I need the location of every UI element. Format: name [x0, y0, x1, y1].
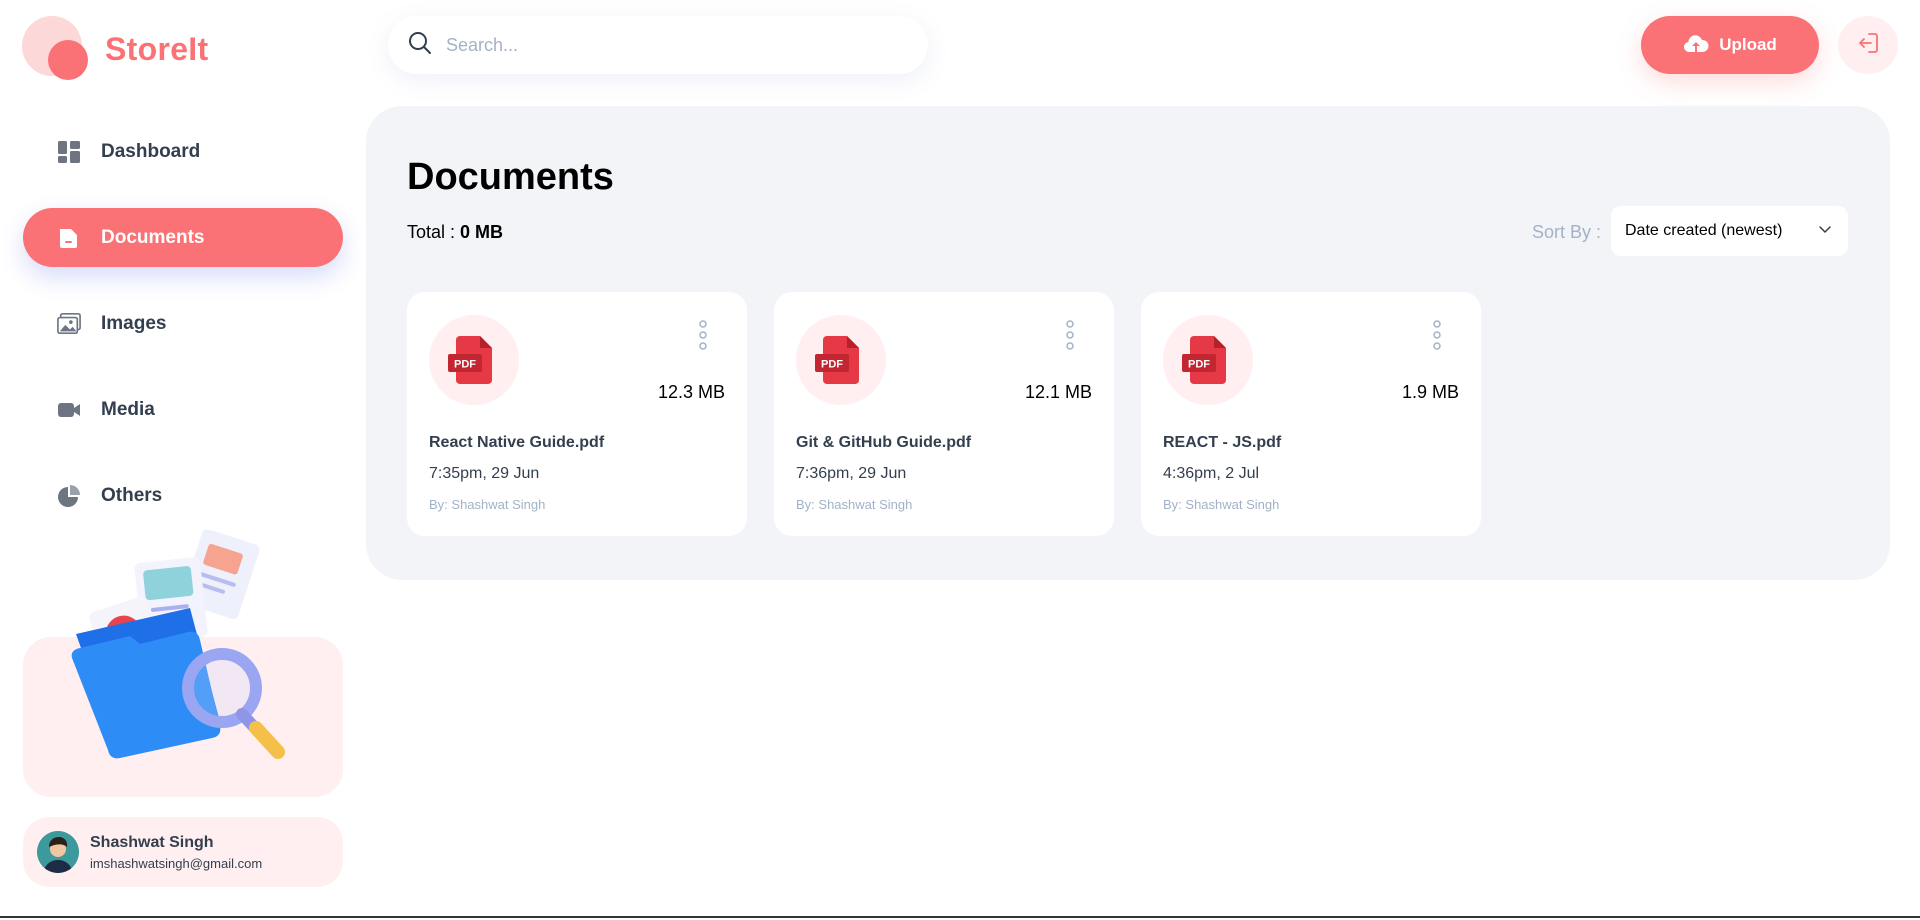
pdf-file-icon: PDF: [448, 336, 492, 384]
sidebar-nav: Dashboard Documents Images Media Others: [23, 122, 343, 552]
file-date: 4:36pm, 2 Jul: [1163, 465, 1260, 482]
files-illustration: [71, 530, 285, 759]
chevron-down-icon: [1818, 222, 1832, 241]
upload-button-label: Upload: [1719, 35, 1777, 54]
media-icon: [57, 398, 81, 422]
others-icon: [57, 484, 81, 508]
more-options-icon[interactable]: [697, 319, 709, 351]
file-name: REACT - JS.pdf: [1163, 434, 1282, 451]
main-content: Documents Total : 0 MB Sort By : Date cr…: [366, 106, 1890, 580]
search-icon: [408, 31, 432, 60]
file-name: Git & GitHub Guide.pdf: [796, 434, 972, 451]
total-size: Total : 0 MB: [407, 222, 503, 243]
user-name: Shashwat Singh: [90, 833, 214, 851]
page-title: Documents: [407, 156, 614, 198]
logout-button[interactable]: [1838, 16, 1898, 74]
file-owner: By: Shashwat Singh: [1163, 497, 1280, 512]
sidebar-item-others[interactable]: Others: [23, 466, 343, 525]
sidebar-item-label: Images: [101, 312, 167, 334]
user-info: Shashwat Singh imshashwatsingh@gmail.com: [90, 834, 262, 871]
search-bar[interactable]: [388, 16, 928, 74]
file-thumbnail: PDF: [1163, 315, 1253, 405]
file-thumbnail: PDF: [429, 315, 519, 405]
file-card[interactable]: PDF 12.3 MB React Native Guide.pdf 7:35p…: [407, 292, 747, 536]
sidebar-item-label: Others: [101, 484, 163, 506]
dashboard-icon: [57, 140, 81, 164]
total-value: 0 MB: [460, 222, 504, 242]
file-name: React Native Guide.pdf: [429, 434, 605, 451]
file-card[interactable]: PDF 12.1 MB Git & GitHub Guide.pdf 7:36p…: [774, 292, 1114, 536]
file-size: 1.9 MB: [1401, 382, 1459, 402]
more-options-icon[interactable]: [1431, 319, 1443, 351]
sidebar-item-label: Documents: [101, 226, 205, 248]
svg-text:PDF: PDF: [821, 359, 843, 371]
file-owner: By: Shashwat Singh: [429, 497, 546, 512]
sidebar-item-label: Media: [101, 398, 155, 420]
sidebar-item-documents[interactable]: Documents: [23, 208, 343, 267]
cloud-upload-icon: [1683, 33, 1709, 58]
file-date: 7:36pm, 29 Jun: [796, 465, 907, 482]
total-label: Total :: [407, 222, 456, 242]
sort-value: Date created (newest): [1625, 222, 1783, 239]
app-window: StoreIt Dashboard Documents Images Media…: [0, 0, 1920, 918]
pdf-file-icon: PDF: [815, 336, 859, 384]
upload-button[interactable]: Upload: [1641, 16, 1819, 74]
sort-select[interactable]: Date created (newest): [1611, 206, 1848, 256]
documents-icon: [57, 226, 81, 250]
sidebar-item-dashboard[interactable]: Dashboard: [23, 122, 343, 181]
svg-text:PDF: PDF: [454, 359, 476, 371]
logo-icon: [22, 16, 92, 82]
file-size: 12.3 MB: [657, 382, 725, 402]
file-thumbnail: PDF: [796, 315, 886, 405]
sidebar-item-label: Dashboard: [101, 140, 201, 162]
logout-icon: [1856, 31, 1880, 60]
search-input[interactable]: [446, 34, 906, 56]
user-card[interactable]: Shashwat Singh imshashwatsingh@gmail.com: [23, 817, 343, 887]
avatar: [37, 831, 79, 873]
file-size: 12.1 MB: [1024, 382, 1092, 402]
sidebar: StoreIt Dashboard Documents Images Media…: [0, 0, 365, 918]
more-options-icon[interactable]: [1064, 319, 1076, 351]
user-email: imshashwatsingh@gmail.com: [90, 855, 263, 871]
file-grid: PDF 12.3 MB React Native Guide.pdf 7:35p…: [407, 292, 1508, 536]
file-date: 7:35pm, 29 Jun: [429, 465, 540, 482]
sort-label: Sort By :: [1532, 222, 1602, 242]
brand-name: StoreIt: [105, 30, 209, 67]
sidebar-item-images[interactable]: Images: [23, 294, 343, 353]
images-icon: [57, 312, 81, 336]
file-owner: By: Shashwat Singh: [796, 497, 913, 512]
svg-text:PDF: PDF: [1188, 359, 1210, 371]
sidebar-item-media[interactable]: Media: [23, 380, 343, 439]
pdf-file-icon: PDF: [1182, 336, 1226, 384]
logo[interactable]: StoreIt: [22, 16, 208, 82]
file-card[interactable]: PDF 1.9 MB REACT - JS.pdf 4:36pm, 2 Jul …: [1141, 292, 1481, 536]
